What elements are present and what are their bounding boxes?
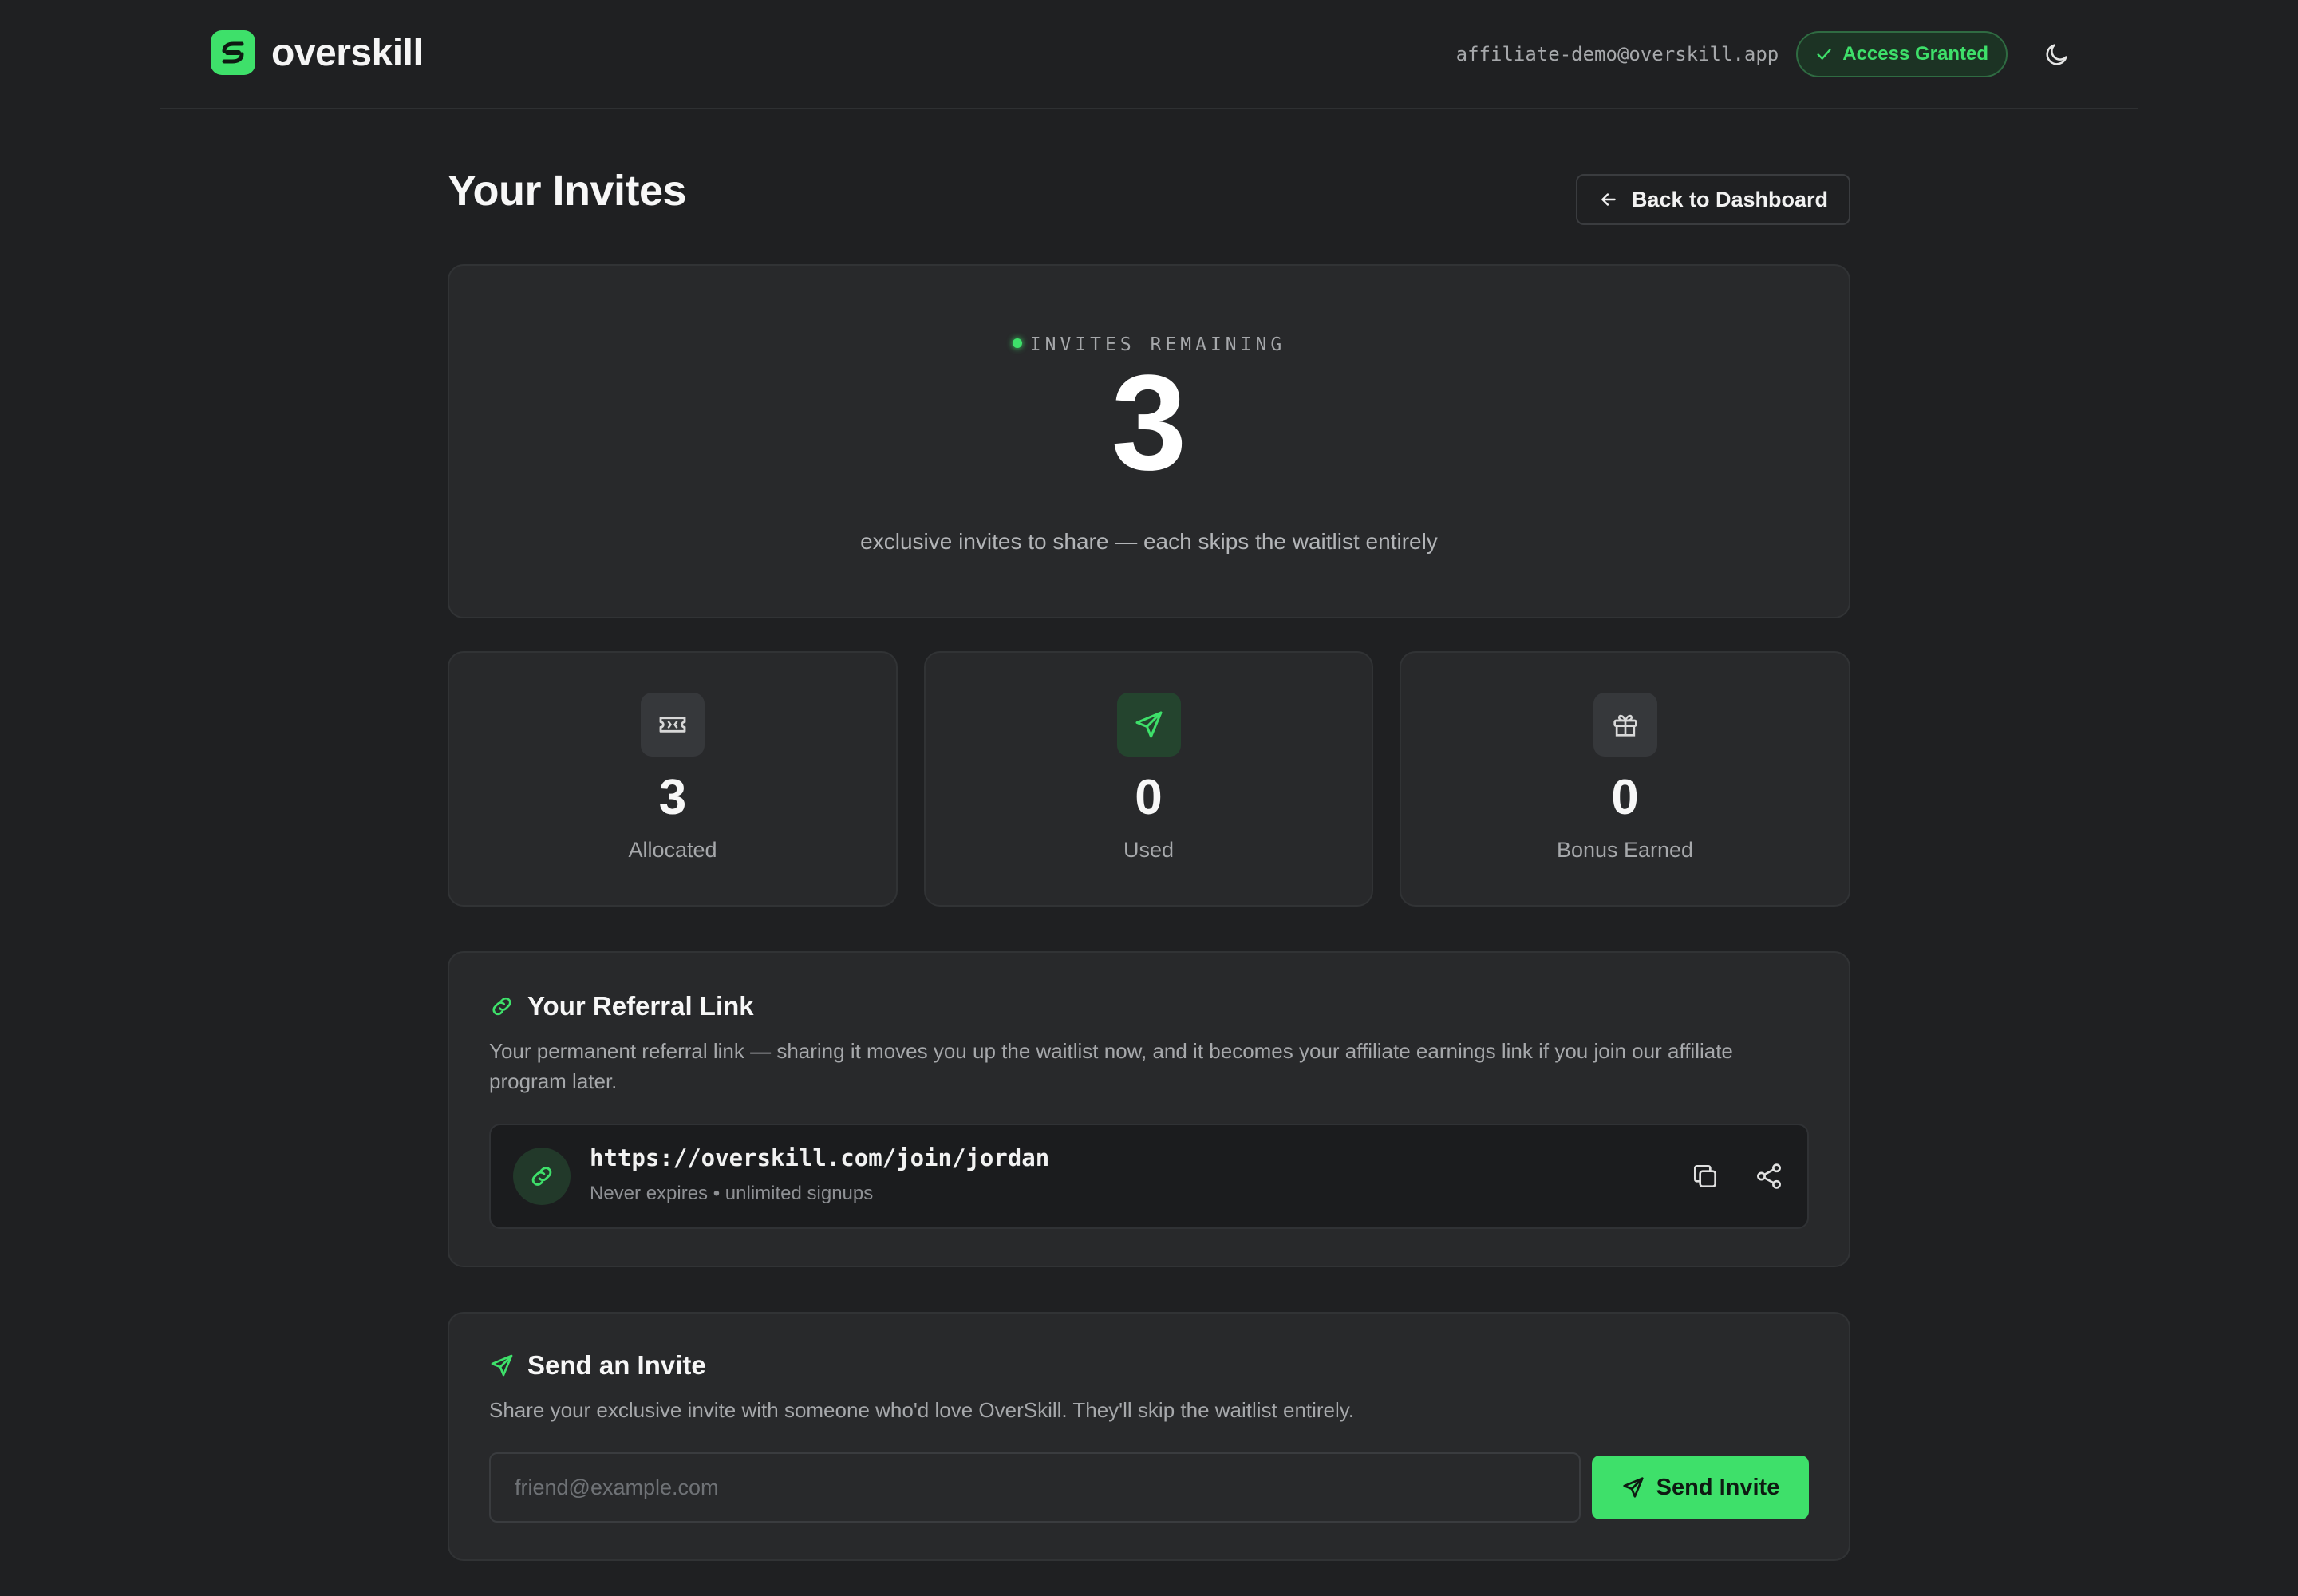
- invite-email-input[interactable]: [489, 1452, 1581, 1523]
- send-invite-title-text: Send an Invite: [527, 1350, 706, 1380]
- top-header: overskill affiliate-demo@overskill.app A…: [160, 0, 2138, 109]
- send-invite-button-label: Send Invite: [1656, 1474, 1780, 1500]
- stat-label-used: Used: [1123, 838, 1175, 862]
- send-icon: [1623, 1477, 1644, 1498]
- brand-logo[interactable]: overskill: [211, 30, 424, 75]
- stat-card-bonus-earned: 0 Bonus Earned: [1400, 651, 1850, 907]
- arrow-left-icon: [1601, 193, 1616, 206]
- moon-icon: [2046, 44, 2067, 65]
- user-email: affiliate-demo@overskill.app: [1455, 43, 1779, 65]
- referral-link-card: Your Referral Link Your permanent referr…: [448, 951, 1850, 1267]
- stat-value-allocated: 3: [658, 770, 687, 825]
- back-to-dashboard-button[interactable]: Back to Dashboard: [1575, 174, 1850, 225]
- send-icon: [1116, 693, 1181, 757]
- referral-title-text: Your Referral Link: [527, 991, 754, 1021]
- invites-remaining-count: 3: [1111, 347, 1187, 499]
- send-invite-card: Send an Invite Share your exclusive invi…: [448, 1312, 1850, 1561]
- share-icon: [1757, 1163, 1781, 1189]
- share-link-button[interactable]: [1750, 1157, 1788, 1195]
- status-dot-icon: [1012, 338, 1022, 348]
- referral-link-box: https://overskill.com/join/jordan Never …: [489, 1124, 1809, 1229]
- gift-icon: [1593, 693, 1657, 757]
- brand-name: overskill: [271, 31, 424, 74]
- access-badge-label: Access Granted: [1842, 43, 1988, 65]
- theme-toggle-button[interactable]: [2039, 37, 2075, 72]
- send-icon: [491, 1354, 513, 1377]
- send-invite-description: Share your exclusive invite with someone…: [489, 1398, 1355, 1422]
- referral-link-meta: Never expires • unlimited signups: [590, 1183, 874, 1204]
- send-invite-button[interactable]: Send Invite: [1592, 1456, 1809, 1519]
- send-invite-section-title: Send an Invite: [489, 1350, 706, 1381]
- stat-label-allocated: Allocated: [628, 838, 717, 862]
- link-circle-icon: [513, 1148, 571, 1205]
- page-title: Your Invites: [448, 167, 687, 215]
- referral-url[interactable]: https://overskill.com/join/jordan: [590, 1144, 1049, 1171]
- stat-value-used: 0: [1135, 770, 1163, 825]
- back-button-label: Back to Dashboard: [1631, 187, 1828, 211]
- page: overskill affiliate-demo@overskill.app A…: [0, 0, 2298, 1596]
- logo-mark-icon: [211, 30, 255, 75]
- check-icon: [1817, 49, 1831, 60]
- stat-label-bonus-earned: Bonus Earned: [1556, 838, 1694, 862]
- stat-card-allocated: 3 Allocated: [448, 651, 898, 907]
- invites-remaining-card: INVITES REMAINING 3 exclusive invites to…: [448, 264, 1850, 618]
- stat-card-used: 0 Used: [924, 651, 1373, 907]
- referral-section-title: Your Referral Link: [489, 991, 754, 1021]
- header-actions: affiliate-demo@overskill.app Access Gran…: [1456, 30, 2075, 78]
- copy-icon: [1693, 1164, 1717, 1188]
- link-icon: [492, 997, 511, 1016]
- referral-description: Your permanent referral link — sharing i…: [489, 1039, 1733, 1093]
- stat-value-bonus-earned: 0: [1611, 770, 1639, 825]
- invites-remaining-subtitle: exclusive invites to share — each skips …: [860, 529, 1438, 554]
- copy-link-button[interactable]: [1686, 1157, 1724, 1195]
- access-granted-badge: Access Granted: [1796, 31, 2008, 77]
- ticket-icon: [641, 693, 705, 757]
